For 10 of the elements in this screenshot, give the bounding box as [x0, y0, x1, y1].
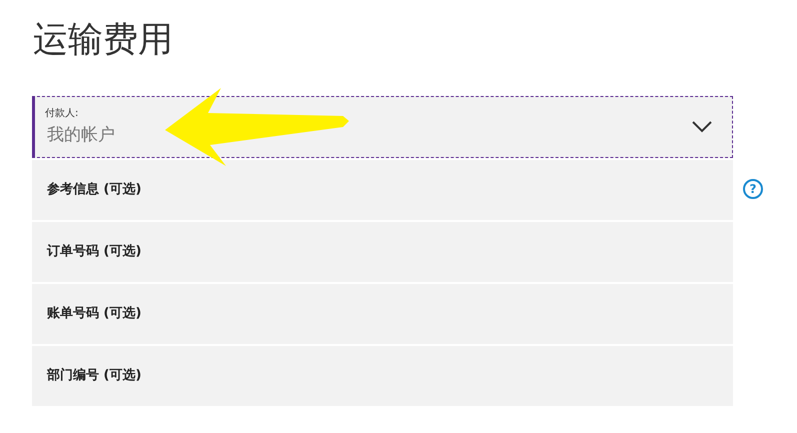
input-field[interactable]: 订单号码 (可选) — [32, 222, 733, 282]
page-title: 运输费用 — [33, 19, 173, 62]
input-field[interactable]: 参考信息 (可选) — [32, 160, 733, 220]
help-icon[interactable]: ? — [743, 179, 763, 199]
chevron-down-icon[interactable] — [692, 121, 712, 133]
input-field[interactable]: 账单号码 (可选) — [32, 284, 733, 344]
field-label: 付款人: — [45, 107, 78, 121]
dropdown-value: 我的帐户 — [47, 124, 115, 147]
input-field[interactable]: 部门编号 (可选) — [32, 346, 733, 406]
payer-dropdown[interactable]: 付款人: 我的帐户 — [32, 96, 733, 158]
